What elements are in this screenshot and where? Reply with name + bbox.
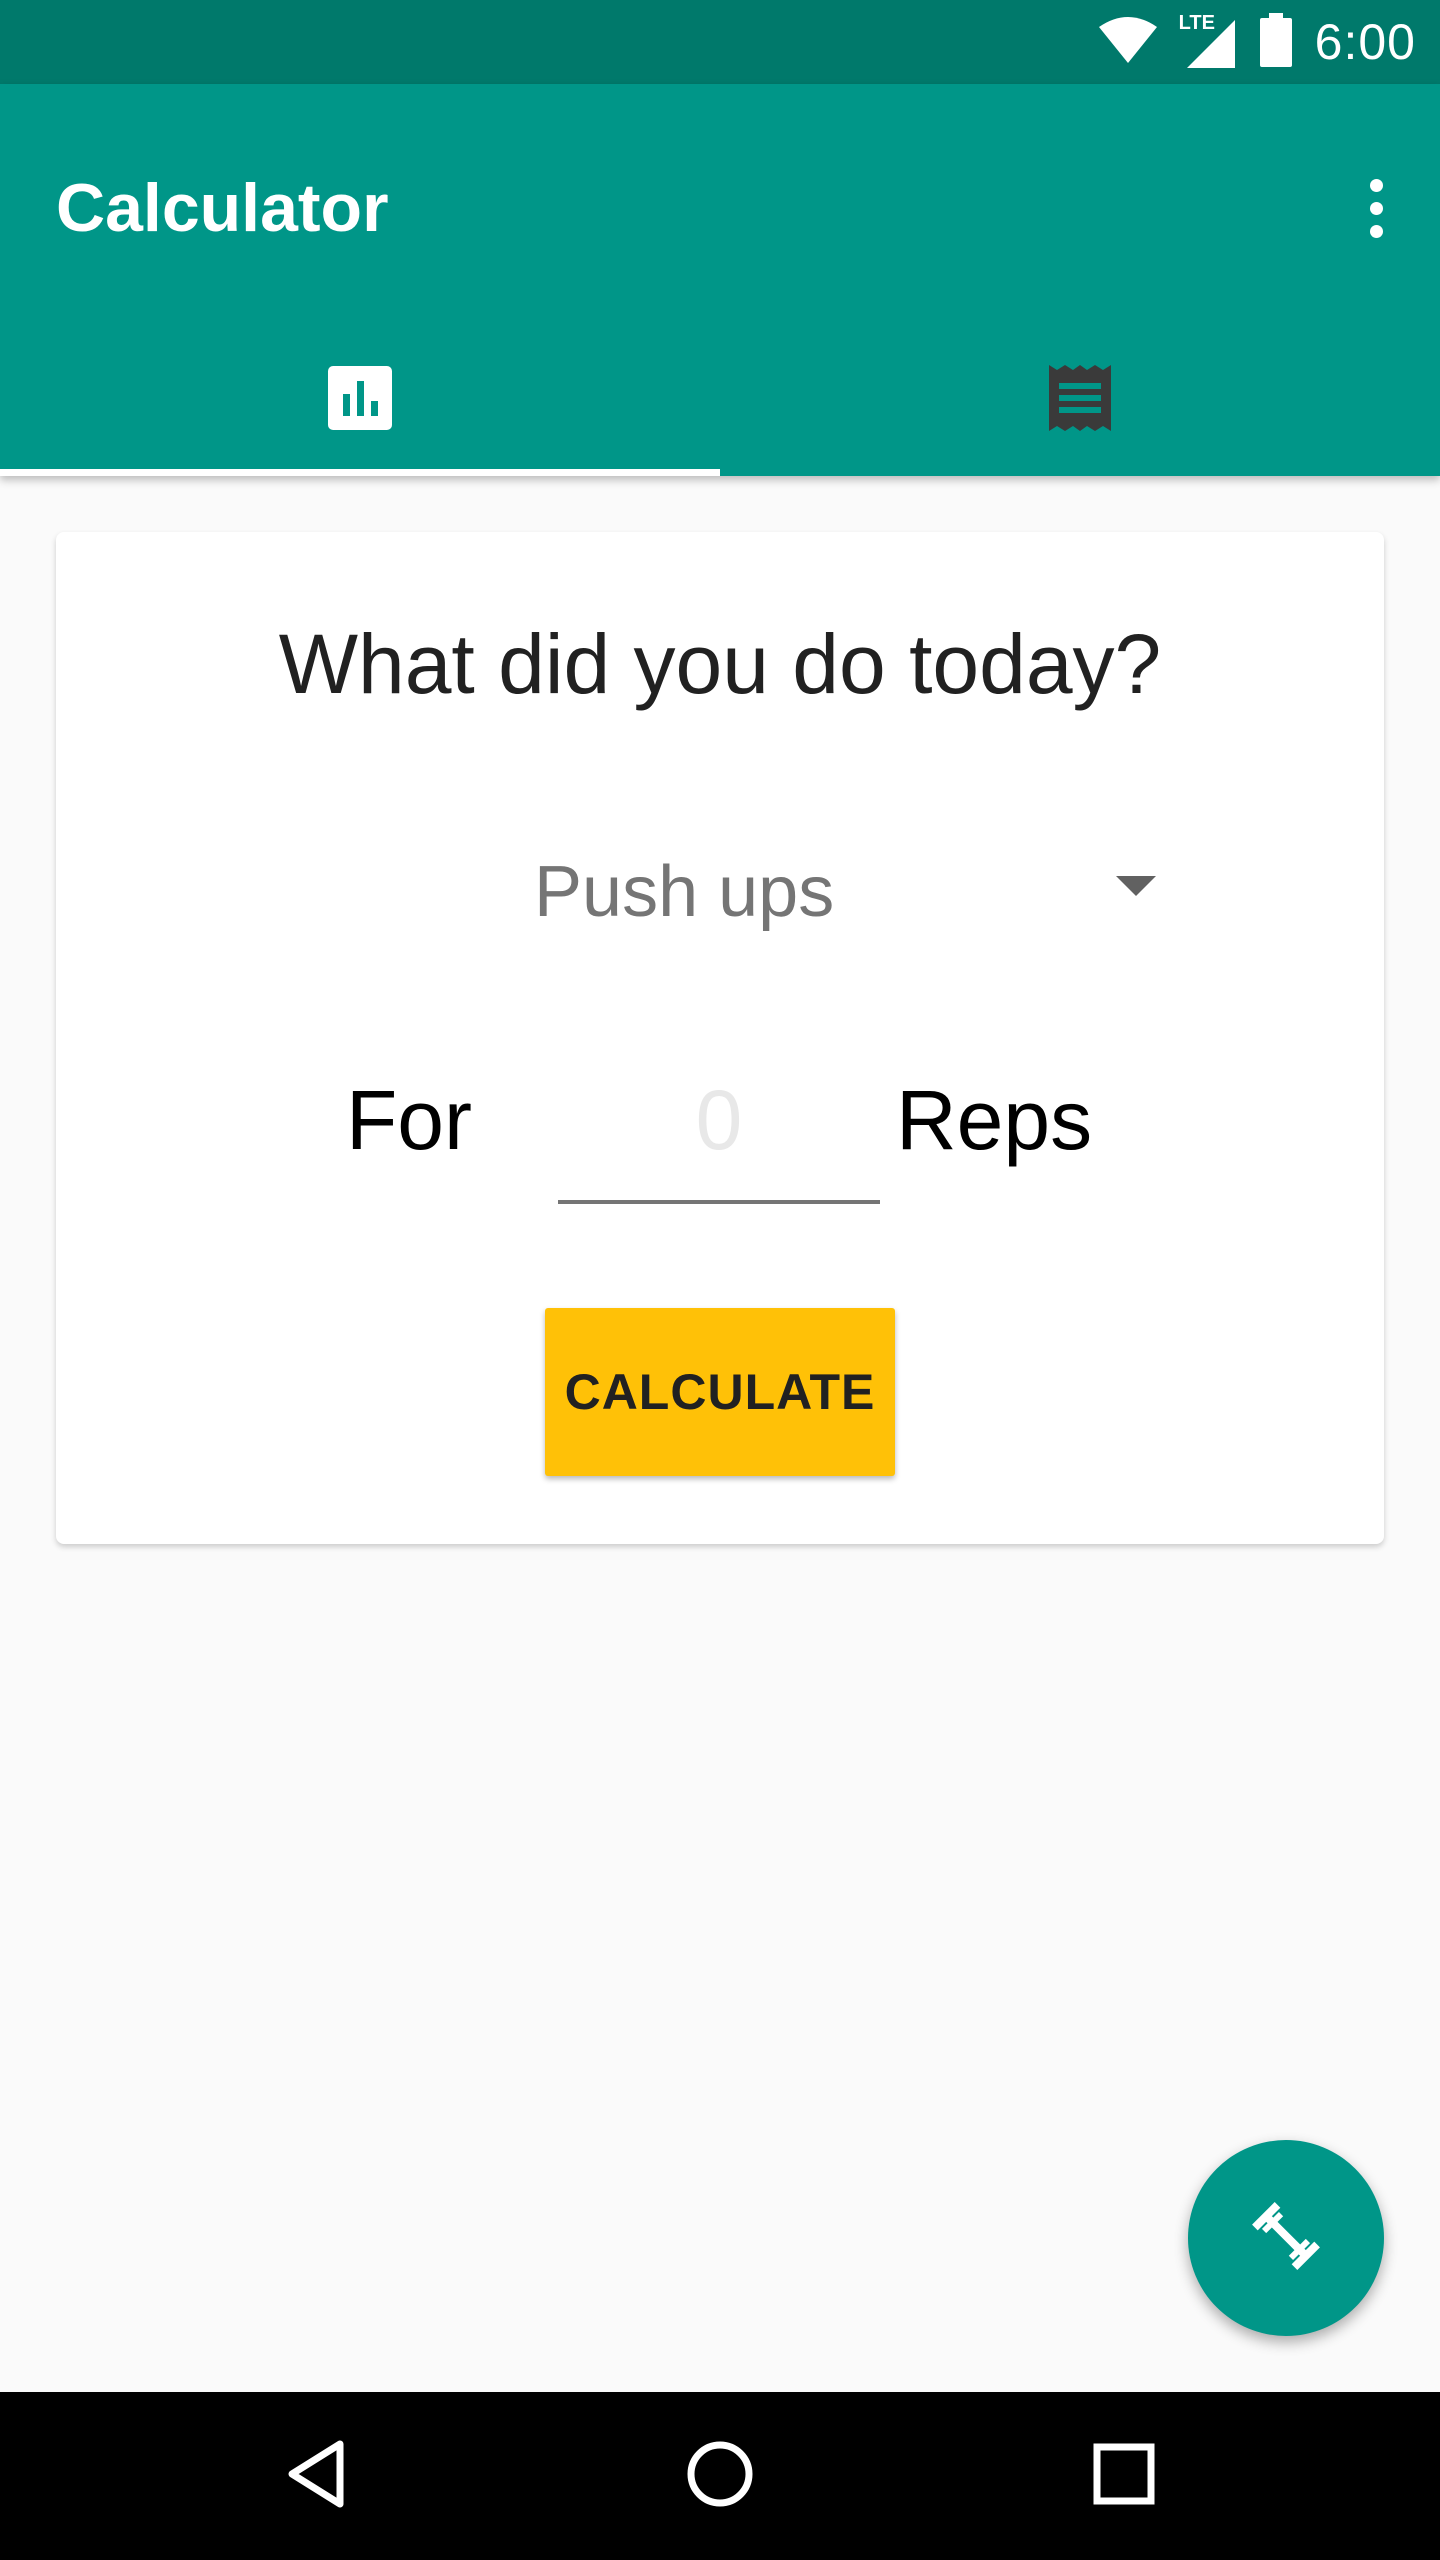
tab-history[interactable] (720, 324, 1440, 476)
screen: LTE 6:00 Calculator What did you do toda… (0, 0, 1440, 2560)
fab-button[interactable] (1188, 2140, 1384, 2336)
question-heading: What did you do today? (278, 617, 1162, 711)
wifi-icon (1097, 15, 1159, 70)
app-title: Calculator (56, 170, 389, 246)
recents-icon (1093, 2443, 1155, 2510)
menu-dot (1369, 201, 1383, 215)
calculate-button[interactable]: CALCULATE (545, 1308, 895, 1476)
reps-input-placeholder: 0 (695, 1073, 743, 1167)
exercise-select[interactable]: Push ups (436, 832, 1156, 952)
back-button[interactable] (266, 2426, 366, 2526)
receipt-list-icon (1047, 363, 1113, 438)
battery-icon (1259, 12, 1293, 72)
home-button[interactable] (670, 2426, 770, 2526)
exercise-card: What did you do today? Push ups For 0 Re… (56, 532, 1384, 1544)
home-icon (685, 2439, 755, 2514)
tab-bar (0, 324, 1440, 476)
back-icon (284, 2438, 348, 2515)
menu-dot (1369, 224, 1383, 238)
more-vert-icon[interactable] (1340, 172, 1412, 244)
status-icons: LTE 6:00 (1097, 0, 1416, 84)
nav-bar (0, 2392, 1440, 2560)
app-bar: Calculator (0, 84, 1440, 476)
menu-dot (1369, 178, 1383, 192)
bar-chart-icon (328, 365, 392, 435)
network-type-label: LTE (1178, 12, 1215, 34)
recents-button[interactable] (1074, 2426, 1174, 2526)
cell-signal-icon: LTE (1178, 12, 1237, 70)
reps-input[interactable]: 0 (558, 1052, 880, 1204)
dropdown-arrow-icon (1116, 876, 1156, 896)
fitness-dumbbell-icon (1246, 2196, 1326, 2281)
tab-calculator[interactable] (0, 324, 720, 476)
for-label: For (346, 1073, 472, 1167)
exercise-select-value: Push ups (534, 852, 835, 932)
status-time: 6:00 (1314, 14, 1416, 70)
status-bar: LTE 6:00 (0, 0, 1440, 84)
reps-label: Reps (896, 1073, 1093, 1167)
